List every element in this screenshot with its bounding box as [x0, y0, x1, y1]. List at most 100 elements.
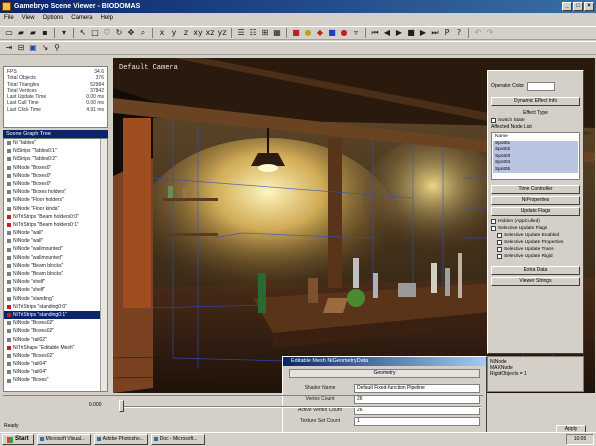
switch-state-checkbox[interactable]: Switch State [491, 117, 580, 124]
tree-item[interactable]: Ni "tables" [4, 139, 107, 147]
tree-item[interactable]: NiNode "Floor kinda" [4, 205, 107, 213]
color-icon[interactable]: ■ [327, 28, 337, 38]
close-button[interactable]: × [584, 2, 594, 11]
time-controller-button[interactable]: Time Controller [491, 185, 580, 194]
pin-icon[interactable]: ⚲ [52, 43, 62, 53]
minimize-button[interactable]: _ [562, 2, 572, 11]
heart-icon[interactable]: ♡ [102, 28, 112, 38]
layout-icon[interactable]: ☷ [248, 28, 258, 38]
light-icon[interactable]: ● [303, 28, 313, 38]
tree-item[interactable]: NiTriStrips "Beam holders0:0" [4, 213, 107, 221]
tree-item[interactable]: NiNode "standing" [4, 295, 107, 303]
selective-update-checkbox[interactable]: Selective Update Rigid [491, 253, 580, 260]
pointer-icon[interactable]: ↖ [78, 28, 88, 38]
tree-item[interactable]: NiNode "wall" [4, 229, 107, 237]
zoom-icon[interactable]: ⌕ [138, 28, 148, 38]
axis-y-icon[interactable]: y [169, 28, 179, 38]
taskbar-item[interactable]: Doc - Microsoft... [150, 434, 205, 445]
tree-item[interactable]: NiNode "Boxes0" [4, 180, 107, 188]
extra-data-button[interactable]: Extra Data [491, 266, 580, 275]
layout-icon[interactable]: ⊟ [16, 43, 26, 53]
tree-item[interactable]: NiNode "Boxes" [4, 376, 107, 384]
prev-frame-icon[interactable]: ◀ [382, 28, 392, 38]
filter-icon[interactable]: ▿ [351, 28, 361, 38]
dynamic-effect-info-button[interactable]: Dynamic Effect Info [491, 97, 580, 106]
operator-color-field[interactable] [527, 82, 556, 91]
tree-item[interactable]: NiNode "wallmounted" [4, 254, 107, 262]
timeline-track[interactable] [121, 406, 481, 408]
stop-icon[interactable]: ■ [406, 28, 416, 38]
selective-update-checkbox[interactable]: Selective Update Properties [491, 239, 580, 246]
tree-item[interactable]: NiTriStrips "Beam holders0:1" [4, 221, 107, 229]
taskbar-item[interactable]: Microsoft Visual... [36, 434, 91, 445]
start-button[interactable]: Start [2, 434, 34, 445]
affected-node-list[interactable]: Name Spot01 Spot02 Spot03 Spot04 Spot05 [491, 132, 580, 180]
material-icon[interactable]: ◆ [315, 28, 325, 38]
new-file-icon[interactable]: ▭ [4, 28, 14, 38]
axis-yz-icon[interactable]: yz [217, 28, 227, 38]
scene-icon[interactable]: ▣ [28, 43, 38, 53]
viewer-strings-button[interactable]: Viewer Strings [491, 277, 580, 286]
tree-item[interactable]: NiNode "Boxes0" [4, 164, 107, 172]
shader-name-field[interactable]: Default Fixed-function Pipeline [354, 384, 480, 393]
play-icon[interactable]: ▶ [394, 28, 404, 38]
tree-item[interactable]: NiNode "rail04" [4, 368, 107, 376]
tab-geometry[interactable]: Geometry [289, 369, 480, 378]
tree-item[interactable]: NiNode "Boxes holders" [4, 188, 107, 196]
first-frame-icon[interactable]: ⏮ [370, 28, 380, 38]
menu-view[interactable]: View [22, 13, 35, 24]
grid-icon[interactable]: ▦ [272, 28, 282, 38]
last-frame-icon[interactable]: ⏭ [430, 28, 440, 38]
tree-item[interactable]: NiStrips "Tables0:1" [4, 147, 107, 155]
tree-item[interactable]: NiNode "Boxes0" [4, 172, 107, 180]
open-folder-icon[interactable]: ▰ [28, 28, 38, 38]
update-flags-button[interactable]: Update Flags [491, 207, 580, 216]
undo-icon[interactable]: ↶ [473, 28, 483, 38]
selective-update-flags-checkbox[interactable]: Selective Update Flags [491, 225, 580, 232]
layout-icon[interactable]: ⊞ [260, 28, 270, 38]
tree-item[interactable]: NiNode "rail02" [4, 336, 107, 344]
cursor-icon[interactable]: ↘ [40, 43, 50, 53]
tree-item[interactable]: NiTriShape "Editable Mesh" [4, 344, 107, 352]
render-icon[interactable]: ■ [291, 28, 301, 38]
orbit-icon[interactable]: ↻ [114, 28, 124, 38]
save-icon[interactable]: ▪ [40, 28, 50, 38]
list-item[interactable]: Spot05 [493, 166, 578, 173]
tree-item[interactable]: NiNode "Boxes02" [4, 327, 107, 335]
niproperties-button[interactable]: NiProperties [491, 196, 580, 205]
menu-options[interactable]: Options [43, 13, 64, 24]
axis-xz-icon[interactable]: xz [205, 28, 215, 38]
tree-item[interactable]: NiNode "shelf" [4, 286, 107, 294]
tree-item[interactable]: NiStrips "Tables0:2" [4, 155, 107, 163]
record-icon[interactable]: P [442, 28, 452, 38]
filter-icon[interactable]: ▾ [59, 28, 69, 38]
selective-update-checkbox[interactable]: Selective Update Enabled [491, 232, 580, 239]
open-folder-icon[interactable]: ▰ [16, 28, 26, 38]
tree-item[interactable]: NiNode "Beam blocks" [4, 262, 107, 270]
tree-item[interactable]: NiNode "wallmounted" [4, 245, 107, 253]
axis-xy-icon[interactable]: xy [193, 28, 203, 38]
taskbar-item[interactable]: Adobe Photosho... [93, 434, 148, 445]
help-icon[interactable]: ? [454, 28, 464, 38]
select-icon[interactable]: □ [90, 28, 100, 38]
hidden-checkbox[interactable]: Hidden (AppCulled) [491, 218, 580, 225]
axis-x-icon[interactable]: x [157, 28, 167, 38]
menu-file[interactable]: File [4, 13, 14, 24]
tree-scrollbar[interactable] [100, 139, 107, 391]
tree-item[interactable]: NiNode "wall" [4, 237, 107, 245]
tree-item[interactable]: NiNode "Beam blocks" [4, 270, 107, 278]
tree-item[interactable]: NiNode "Boxes02" [4, 352, 107, 360]
tree-item[interactable]: NiNode "shelf" [4, 278, 107, 286]
next-frame-icon[interactable]: ▶ [418, 28, 428, 38]
tree-item[interactable]: NiTriStrips "standing0:1" [4, 310, 107, 320]
maximize-button[interactable]: □ [573, 2, 583, 11]
scene-graph-tree[interactable]: Ni "tables" NiStrips "Tables0:1" NiStrips … [3, 138, 108, 392]
tree-item[interactable]: NiTriStrips "standing0:0" [4, 303, 107, 311]
layout-icon[interactable]: ☰ [236, 28, 246, 38]
move-icon[interactable]: ✥ [126, 28, 136, 38]
tree-item[interactable]: NiNode "rail04" [4, 360, 107, 368]
axis-z-icon[interactable]: z [181, 28, 191, 38]
redo-icon[interactable]: ↷ [485, 28, 495, 38]
menu-help[interactable]: Help [101, 13, 113, 24]
texture-icon[interactable]: ● [339, 28, 349, 38]
